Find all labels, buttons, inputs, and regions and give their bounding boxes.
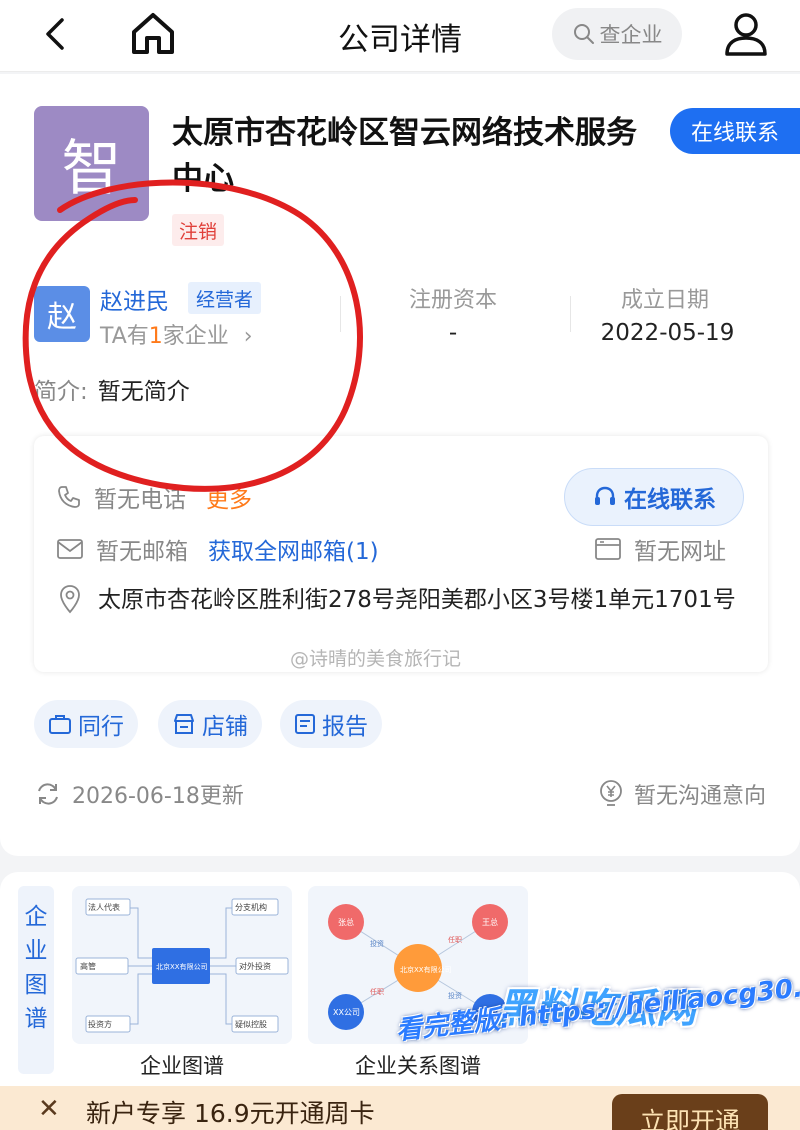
graph-center-label: 北京XX有限公司 <box>400 965 452 974</box>
graph-node: 疑似控股 <box>235 1019 267 1029</box>
search-label: 查企业 <box>599 23 663 47</box>
intent-row: 暂无沟通意向 <box>598 778 766 810</box>
status-badge: 注销 <box>172 214 225 246</box>
user-icon[interactable] <box>722 10 770 58</box>
phone-more-link[interactable]: 更多 <box>206 480 252 514</box>
store-icon <box>174 714 194 734</box>
graph-node: 分支机构 <box>235 902 267 912</box>
intro: 简介: 暂无简介 <box>34 372 190 406</box>
tag-reports-label: 报告 <box>322 714 368 740</box>
relation-graph-caption: 企业关系图谱 <box>355 1054 481 1078</box>
founded-value: 2022-05-19 <box>600 320 735 346</box>
search-box[interactable]: 查企业 <box>552 8 682 60</box>
email-row: 暂无邮箱 获取全网邮箱(1) <box>56 532 379 566</box>
graph-side-title: 企业图谱 <box>18 886 54 1074</box>
watermark: @诗晴的美食旅行记 <box>290 648 462 670</box>
company-name: 太原市杏花岭区智云网络技术服务中心 <box>172 115 637 197</box>
website-row: 暂无网址 <box>594 532 726 566</box>
tag-shops[interactable]: 店铺 <box>158 700 262 748</box>
enterprise-graph-image: 法人代表 分支机构 高管 对外投资 投资方 疑似控股 北京XX有限公司 <box>75 898 289 1033</box>
graph-edge-label: 任职 <box>370 987 384 996</box>
close-icon[interactable]: ✕ <box>38 1094 60 1124</box>
promo-bar: ✕ 新户专享 16.9元开通周卡 立即开通 <box>0 1086 800 1130</box>
contact-panel: 暂无电话 更多 在线联系 暂无邮箱 获取全网邮箱(1) 暂无网址 太原市杏花岭区… <box>34 436 768 672</box>
online-contact-label: 在线联系 <box>624 487 716 513</box>
graph-node: 对外投资 <box>239 961 271 971</box>
phone-icon <box>58 486 80 508</box>
chevron-right-icon: › <box>243 324 253 349</box>
founded-label: 成立日期 <box>620 288 709 313</box>
promo-text: 新户专享 16.9元开通周卡 <box>86 1099 375 1128</box>
enterprise-graph-thumbnail[interactable]: 法人代表 分支机构 高管 对外投资 投资方 疑似控股 北京XX有限公司 <box>72 886 292 1044</box>
tag-peers-label: 同行 <box>78 714 124 740</box>
role-badge: 经营者 <box>188 282 262 314</box>
refresh-icon[interactable] <box>34 780 62 808</box>
person-companies-link[interactable]: TA有1家企业 › <box>100 318 253 350</box>
get-email-link[interactable]: 获取全网邮箱(1) <box>208 532 379 566</box>
top-bar: 公司详情 查企业 <box>0 0 800 72</box>
report-icon <box>295 714 315 734</box>
company-card: 智 太原市杏花岭区智云网络技术服务中心 在线联系 注销 赵 赵进民 经营者 TA… <box>0 74 800 856</box>
email-icon <box>57 539 83 559</box>
graph-node: XX公司 <box>333 1008 360 1017</box>
yuan-bulb-icon <box>600 780 622 806</box>
capital-label: 注册资本 <box>408 288 497 313</box>
person-avatar[interactable]: 赵 <box>34 286 90 342</box>
tag-peers[interactable]: 同行 <box>34 700 138 748</box>
search-icon <box>573 24 594 44</box>
open-now-button[interactable]: 立即开通 <box>612 1094 768 1130</box>
browser-icon <box>595 538 621 560</box>
tag-shops-label: 店铺 <box>202 714 248 740</box>
tag-reports[interactable]: 报告 <box>280 700 382 748</box>
graph-node: 张总 <box>338 917 354 927</box>
divider <box>340 296 341 332</box>
intro-label: 简介: <box>34 379 88 405</box>
divider <box>570 296 571 332</box>
company-logo: 智 <box>34 106 149 221</box>
graph-node: 投资方 <box>88 1019 112 1029</box>
graph-edge-label: 任职 <box>448 935 462 944</box>
graph-node: 高管 <box>80 961 96 971</box>
graph-edge-label: 投资 <box>448 991 462 1000</box>
graph-node: 法人代表 <box>88 902 120 912</box>
intro-value: 暂无简介 <box>97 379 190 405</box>
website-text: 暂无网址 <box>634 539 726 565</box>
graph-edge-label: 投资 <box>370 939 384 948</box>
intent-text: 暂无沟通意向 <box>633 784 766 809</box>
person-name[interactable]: 赵进民 <box>100 282 169 316</box>
online-contact-button-secondary[interactable]: 在线联系 <box>564 468 744 526</box>
online-contact-button[interactable]: 在线联系 <box>670 108 800 154</box>
phone-text: 暂无电话 <box>94 487 186 513</box>
companies-count: 1 <box>148 324 163 349</box>
update-row: 2026-06-18更新 <box>34 778 244 810</box>
briefcase-icon <box>49 715 71 734</box>
address-text[interactable]: 太原市杏花岭区胜利街278号尧阳美郡小区3号楼1单元1701号 <box>98 584 754 617</box>
update-text: 2026-06-18更新 <box>72 784 244 809</box>
companies-suffix: 家企业 <box>162 324 229 349</box>
graph-center-label: 北京XX有限公司 <box>156 962 208 971</box>
headset-icon <box>595 486 615 505</box>
location-pin-icon <box>60 585 80 614</box>
capital-value: - <box>448 320 458 346</box>
companies-prefix: TA有 <box>100 324 149 349</box>
enterprise-graph-caption: 企业图谱 <box>140 1054 224 1078</box>
phone-row: 暂无电话 更多 <box>56 480 252 514</box>
email-text: 暂无邮箱 <box>96 539 188 565</box>
graph-node: 王总 <box>482 917 498 927</box>
